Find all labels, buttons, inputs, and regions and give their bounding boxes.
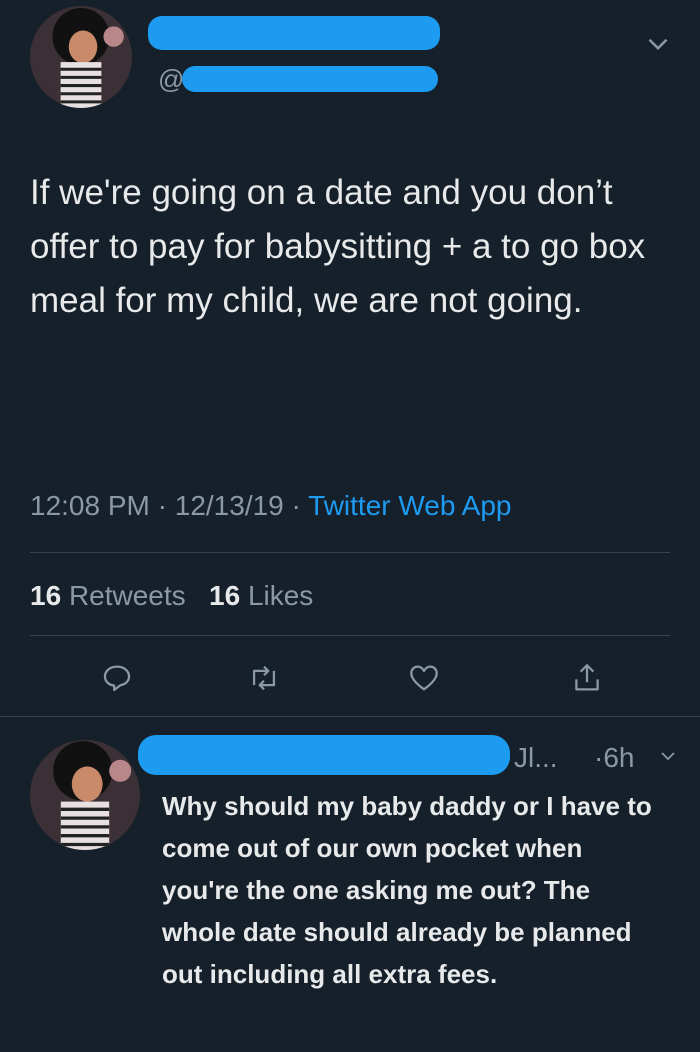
handle-prefix: @ [158, 64, 185, 94]
retweets-label[interactable]: Retweets [69, 580, 186, 611]
reply-age: ·6h [594, 742, 635, 773]
likes-count[interactable]: 16 [209, 580, 240, 611]
tweet-stats: 16 Retweets 16 Likes [30, 580, 313, 612]
reply-text: Why should my baby daddy or I have to co… [162, 791, 652, 989]
reply-handle-tail: Jl... [514, 742, 558, 773]
tweet-text: If we're going on a date and you don’t o… [30, 173, 646, 320]
reply-icon[interactable] [95, 656, 139, 700]
reply-avatar[interactable] [30, 740, 140, 850]
retweet-icon[interactable] [242, 656, 286, 700]
section-divider [0, 716, 700, 717]
redacted-display-name [148, 16, 440, 50]
tweet-source-link[interactable]: Twitter Web App [308, 490, 511, 521]
tweet-meta: 12:08 PM · 12/13/19 · Twitter Web App [30, 490, 512, 522]
likes-label[interactable]: Likes [248, 580, 313, 611]
separator: · [157, 490, 175, 521]
divider [30, 552, 670, 553]
avatar[interactable] [30, 6, 132, 108]
tweet-date: 12/13/19 [174, 490, 284, 521]
divider [30, 635, 670, 636]
redacted-reply-name [138, 735, 510, 775]
chevron-down-icon[interactable] [636, 22, 680, 66]
retweets-count[interactable]: 16 [30, 580, 61, 611]
share-icon[interactable] [565, 656, 609, 700]
redacted-handle [182, 66, 438, 92]
separator: · [291, 490, 309, 521]
tweet-time: 12:08 PM [30, 490, 150, 521]
like-icon[interactable] [402, 656, 446, 700]
chevron-down-icon[interactable] [652, 740, 684, 772]
